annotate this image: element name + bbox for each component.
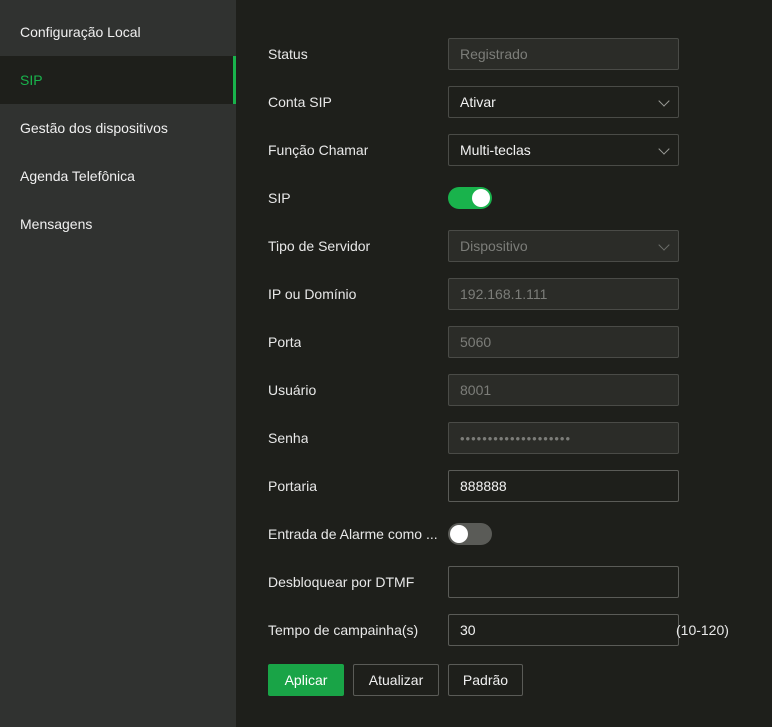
conta-sip-label: Conta SIP [268,94,332,110]
toggle-knob [472,189,490,207]
sip-settings-form: Status Registrado Conta SIP Ativar Funçã… [268,38,748,662]
status-label: Status [268,46,308,62]
refresh-button[interactable]: Atualizar [353,664,439,696]
entrada-alarme-row: Entrada de Alarme como ... [268,518,748,566]
chevron-down-icon [658,239,670,251]
porta-label: Porta [268,334,302,350]
conta-sip-value: Ativar [460,94,496,110]
usuario-label: Usuário [268,382,317,398]
toggle-knob [450,525,468,543]
funcao-chamar-row: Função Chamar Multi-teclas [268,134,748,182]
desbloquear-dtmf-input[interactable] [448,566,679,598]
tipo-servidor-label: Tipo de Servidor [268,238,371,254]
usuario-field: 8001 [448,374,679,406]
tempo-campainha-row: Tempo de campainha(s) 30 (10-120) [268,614,748,662]
tempo-campainha-range-hint: (10-120) [676,622,729,638]
funcao-chamar-label: Função Chamar [268,142,369,158]
sidebar-item-label: Agenda Telefônica [20,168,135,184]
conta-sip-row: Conta SIP Ativar [268,86,748,134]
sip-toggle-row: SIP [268,182,748,230]
senha-label: Senha [268,430,309,446]
tipo-servidor-row: Tipo de Servidor Dispositivo [268,230,748,278]
senha-value: •••••••••••••••••••• [460,431,572,446]
sidebar-item-gestao-dispositivos[interactable]: Gestão dos dispositivos [0,104,236,152]
tempo-campainha-input[interactable]: 30 [448,614,679,646]
sidebar-item-mensagens[interactable]: Mensagens [0,200,236,248]
tipo-servidor-value: Dispositivo [460,238,528,254]
ip-dominio-label: IP ou Domínio [268,286,357,302]
tempo-campainha-label: Tempo de campainha(s) [268,622,419,638]
funcao-chamar-select[interactable]: Multi-teclas [448,134,679,166]
sip-toggle-label: SIP [268,190,291,206]
entrada-alarme-toggle[interactable] [448,523,492,545]
apply-button[interactable]: Aplicar [268,664,344,696]
ip-dominio-field: 192.168.1.111 [448,278,679,310]
senha-row: Senha •••••••••••••••••••• [268,422,748,470]
status-field: Registrado [448,38,679,70]
sidebar-item-configuracao-local[interactable]: Configuração Local [0,8,236,56]
sidebar-item-sip[interactable]: SIP [0,56,236,104]
desbloquear-dtmf-row: Desbloquear por DTMF [268,566,748,614]
usuario-row: Usuário 8001 [268,374,748,422]
sidebar: Configuração Local SIP Gestão dos dispos… [0,0,236,727]
sip-toggle[interactable] [448,187,492,209]
portaria-label: Portaria [268,478,318,494]
chevron-down-icon [658,143,670,155]
default-button[interactable]: Padrão [448,664,523,696]
entrada-alarme-label: Entrada de Alarme como ... [268,526,438,542]
conta-sip-select[interactable]: Ativar [448,86,679,118]
desbloquear-dtmf-label: Desbloquear por DTMF [268,574,415,590]
porta-field: 5060 [448,326,679,358]
ip-dominio-row: IP ou Domínio 192.168.1.111 [268,278,748,326]
sidebar-item-label: SIP [20,72,43,88]
portaria-input[interactable]: 888888 [448,470,679,502]
sidebar-item-agenda-telefonica[interactable]: Agenda Telefônica [0,152,236,200]
funcao-chamar-value: Multi-teclas [460,142,531,158]
status-row: Status Registrado [268,38,748,86]
chevron-down-icon [658,95,670,107]
porta-row: Porta 5060 [268,326,748,374]
portaria-row: Portaria 888888 [268,470,748,518]
sidebar-item-label: Configuração Local [20,24,141,40]
sidebar-item-label: Mensagens [20,216,93,232]
senha-field: •••••••••••••••••••• [448,422,679,454]
sidebar-item-label: Gestão dos dispositivos [20,120,168,136]
tipo-servidor-select: Dispositivo [448,230,679,262]
